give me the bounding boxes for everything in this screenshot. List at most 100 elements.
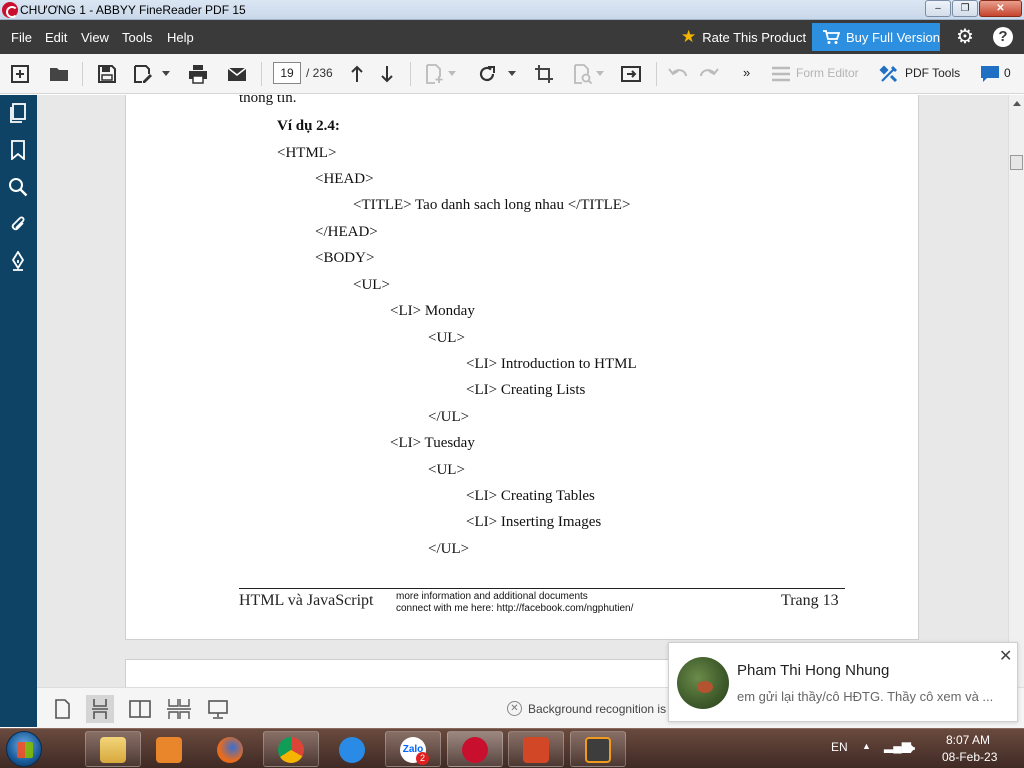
doc-code-line: <UL> [428,462,465,478]
avatar [677,657,729,709]
recognize-page-icon[interactable] [572,64,593,85]
clock-date[interactable]: 08-Feb-23 [942,750,997,764]
document-page: thông tin. Ví dụ 2.4: <HTML> <HEAD> <TIT… [125,95,919,640]
document-viewer[interactable]: thông tin. Ví dụ 2.4: <HTML> <HEAD> <TIT… [37,95,1008,687]
recognize-dropdown-chevron-icon[interactable] [596,71,604,76]
doc-text-line: thông tin. [239,95,297,106]
single-page-view-icon[interactable] [48,695,76,723]
comments-count: 0 [1004,66,1011,80]
rate-product-button[interactable]: ★ Rate This Product [681,28,806,45]
windows-taskbar: Zalo 2 EN ▲ ▂▄▆ 🕨 8:07 AM 08-Feb-23 [0,728,1024,768]
signatures-panel-icon[interactable] [8,250,28,271]
show-hidden-icons-chevron-icon[interactable]: ▲ [862,741,871,751]
notification-sender: Pham Thi Hong Nhung [737,662,890,679]
title-bar: CHƯƠNG 1 - ABBYY FineReader PDF 15 – ❐ ✕ [0,0,1024,20]
new-document-icon[interactable] [10,64,30,84]
background-recognition-label: Background recognition is [528,701,667,716]
taskbar-finereader[interactable] [447,731,503,767]
two-pages-scroll-view-icon[interactable] [165,695,193,723]
notification-close-icon[interactable]: ✕ [999,646,1012,666]
rotate-page-icon[interactable] [477,64,497,84]
vertical-scrollbar[interactable] [1008,95,1024,687]
doc-code-line: <LI> Monday [390,303,475,319]
rotate-dropdown-chevron-icon[interactable] [508,71,516,76]
menu-tools[interactable]: Tools [122,30,152,45]
bookmarks-panel-icon[interactable] [8,140,28,161]
pdf-tools-label[interactable]: PDF Tools [905,66,960,80]
attachments-panel-icon[interactable] [8,214,28,234]
doc-code-line: </HEAD> [315,224,378,240]
main-toolbar: 19 / 236 » Form Editor PDF Tools 0 [0,54,1024,94]
full-screen-view-icon[interactable] [204,695,232,723]
save-icon[interactable] [97,64,117,84]
scroll-pages-view-icon[interactable] [86,695,114,723]
toolbar-separator [82,62,83,86]
toolbar-overflow-chevron-icon[interactable]: » [743,65,750,80]
search-panel-icon[interactable] [8,177,28,197]
scrollbar-thumb[interactable] [1010,155,1023,170]
language-indicator[interactable]: EN [831,740,848,754]
minimize-button[interactable]: – [925,0,951,17]
export-page-icon[interactable] [621,64,641,84]
menu-edit[interactable]: Edit [45,30,67,45]
menu-bar: File Edit View Tools Help ★ Rate This Pr… [0,20,1024,54]
redo-icon[interactable] [699,64,719,84]
settings-gear-icon[interactable]: ⚙ [954,26,976,48]
cart-icon [823,30,840,44]
buy-full-version-button[interactable]: Buy Full Version [812,23,940,51]
form-editor-icon[interactable] [771,64,791,84]
window-title: CHƯƠNG 1 - ABBYY FineReader PDF 15 [20,3,246,17]
form-editor-label[interactable]: Form Editor [796,66,859,80]
save-dropdown-chevron-icon[interactable] [162,71,170,76]
add-page-dropdown-chevron-icon[interactable] [448,71,456,76]
undo-icon[interactable] [668,64,688,84]
doc-code-line: </UL> [428,541,470,557]
media-player-icon [156,737,182,763]
chrome-icon [278,737,304,763]
toolbar-separator [656,62,657,86]
menu-view[interactable]: View [81,30,109,45]
pages-panel-icon[interactable] [8,103,28,123]
add-page-icon[interactable] [424,64,444,84]
finereader-icon [462,737,488,763]
sublime-text-icon [585,737,611,763]
close-button[interactable]: ✕ [979,0,1022,17]
clock-time[interactable]: 8:07 AM [946,733,990,747]
doc-code-line: <UL> [353,277,390,293]
volume-icon[interactable]: 🕨 [907,740,915,756]
next-page-arrow-icon[interactable] [377,64,397,84]
menu-file[interactable]: File [11,30,32,45]
open-folder-icon[interactable] [49,64,69,84]
doc-code-line: <LI> Creating Lists [466,382,586,398]
taskbar-explorer[interactable] [85,731,141,767]
doc-code-line: <UL> [428,330,465,346]
taskbar-zalo[interactable]: Zalo 2 [385,731,441,767]
help-icon[interactable]: ? [993,27,1013,47]
close-circle-icon[interactable]: ✕ [507,701,522,716]
doc-code-line: <LI> Introduction to HTML [466,356,637,372]
finereader-app-icon[interactable] [2,2,18,18]
buy-full-version-label: Buy Full Version [846,29,940,45]
scroll-up-arrow-icon[interactable] [1013,101,1021,106]
taskbar-chrome[interactable] [263,731,319,767]
start-button[interactable] [6,731,42,767]
print-icon[interactable] [188,64,208,84]
taskbar-firefox[interactable] [202,731,258,767]
pdf-tools-icon[interactable] [879,64,899,84]
email-icon[interactable] [227,64,247,84]
chat-notification[interactable]: Pham Thi Hong Nhung em gửi lại thầy/cô H… [668,642,1018,722]
crop-icon[interactable] [534,64,554,84]
comments-icon[interactable] [980,64,1000,84]
toolbar-separator [410,62,411,86]
save-as-edit-icon[interactable] [133,64,153,84]
two-pages-view-icon[interactable] [126,695,154,723]
menu-help[interactable]: Help [167,30,194,45]
taskbar-sublime[interactable] [570,731,626,767]
page-number-input[interactable]: 19 [273,62,301,84]
taskbar-powerpoint[interactable] [508,731,564,767]
folder-icon [100,737,126,763]
maximize-button[interactable]: ❐ [952,0,978,17]
previous-page-arrow-icon[interactable] [347,64,367,84]
taskbar-media-player[interactable] [141,731,197,767]
taskbar-internet-explorer[interactable] [324,731,380,767]
